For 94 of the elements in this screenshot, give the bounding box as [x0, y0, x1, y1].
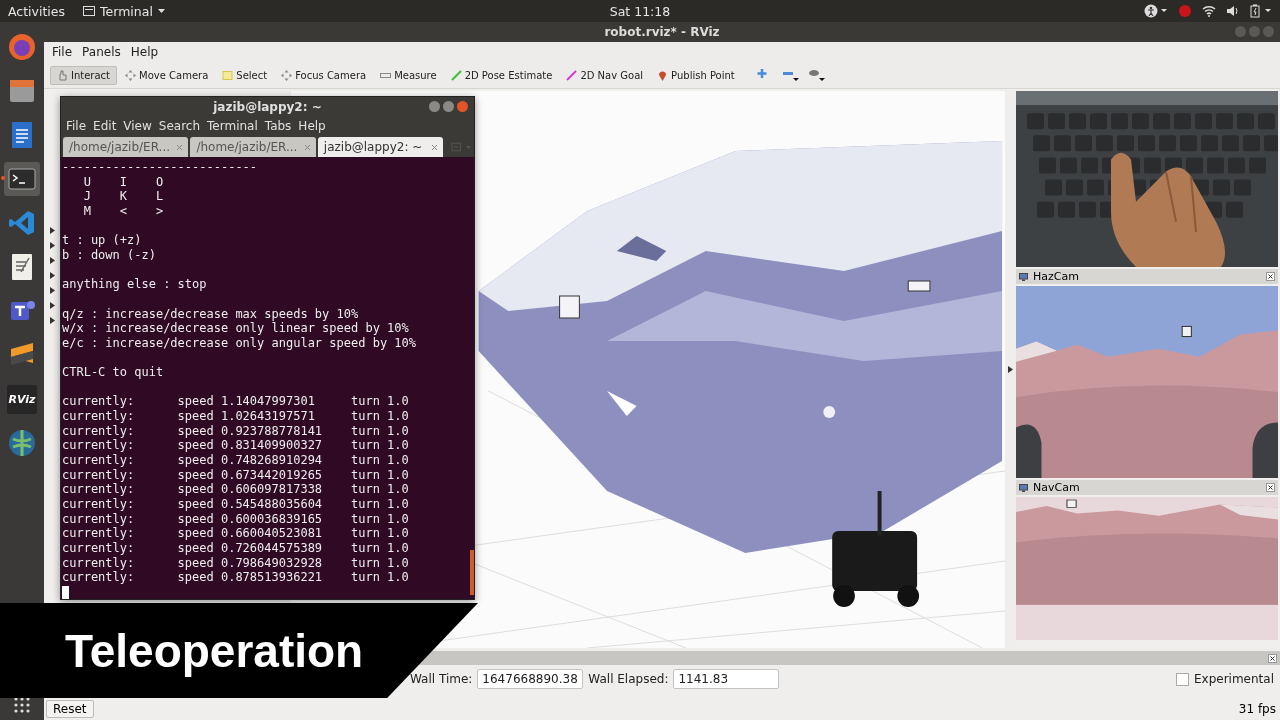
terminal-line: currently: speed 1.02643197571 turn 1.0: [62, 409, 409, 424]
eye-icon[interactable]: [808, 68, 825, 82]
menu-item[interactable]: Help: [130, 45, 159, 59]
close-icon[interactable]: [1268, 653, 1277, 663]
terminal-line: currently: speed 0.673442019265 turn 1.0: [62, 467, 409, 483]
wall-elapsed-field[interactable]: 1141.83: [673, 669, 780, 689]
wall-time-field[interactable]: 1647668890.38: [477, 669, 584, 689]
menu-item[interactable]: Terminal: [207, 119, 258, 133]
expand-arrow-icon[interactable]: [50, 317, 56, 324]
terminal-line: CTRL-C to quit: [62, 365, 164, 380]
minimize-button[interactable]: [429, 101, 440, 112]
terminal-line: b : down (-z): [62, 247, 156, 263]
battery-icon[interactable]: [1250, 4, 1272, 18]
close-icon[interactable]: [1266, 272, 1275, 281]
dock-app-icon[interactable]: RViz: [4, 382, 40, 416]
map-pin-icon: [657, 69, 669, 81]
close-icon[interactable]: [1266, 483, 1275, 492]
terminal-line: currently: speed 0.798649032928 turn 1.0: [62, 555, 409, 571]
terminal-line: q/z : increase/decrease max speeds by 10%: [62, 306, 359, 322]
menu-item[interactable]: View: [123, 119, 152, 133]
terminal-line: w/x : increase/decrease only linear speed by 10%: [62, 321, 409, 336]
terminal-line: ---------------------------: [62, 160, 258, 175]
field-label: Wall Elapsed:: [588, 672, 669, 686]
terminal-line: currently: speed 0.748268910294 turn 1.0: [62, 453, 409, 468]
expand-arrow-icon[interactable]: [50, 287, 56, 294]
terminal-line: currently: speed 0.878513936221 turn 1.0: [62, 570, 409, 585]
tool-button[interactable]: Move Camera: [119, 66, 215, 84]
terminal-line: M < >: [82, 203, 164, 219]
collapse-arrow-icon[interactable]: [1008, 366, 1013, 373]
menu-item[interactable]: Search: [158, 119, 201, 133]
menu-item[interactable]: File: [52, 45, 73, 59]
expand-arrow-icon[interactable]: [50, 272, 56, 279]
terminal-line: U I O: [82, 174, 164, 190]
app-menu[interactable]: Terminal: [83, 3, 165, 19]
terminal-tab[interactable]: /home/jazib/ER...: [190, 137, 316, 157]
activities-button[interactable]: Activities: [8, 3, 66, 19]
move-arrows-icon: [125, 69, 137, 81]
text-cursor: [62, 585, 69, 599]
terminal-line: currently: speed 0.545488035604 turn 1.0: [62, 497, 409, 512]
tool-button[interactable]: Publish Point: [651, 66, 741, 84]
monitor-icon: [1019, 483, 1028, 492]
tool-button[interactable]: Measure: [374, 66, 443, 84]
wifi-icon[interactable]: [1202, 5, 1216, 17]
terminal-line: currently: speed 1.14047997301 turn 1.0: [62, 394, 409, 410]
terminal-line: currently: speed 0.660040523081 turn 1.0: [62, 526, 409, 541]
expand-arrow-icon[interactable]: [50, 257, 56, 264]
record-icon[interactable]: [1178, 4, 1192, 18]
dock-app-icon[interactable]: [4, 162, 40, 196]
terminal-line: e/c : increase/decrease only angular speed by 10%: [62, 335, 416, 351]
terminal-line: currently: speed 0.831409900327 turn 1.0: [62, 438, 409, 454]
menu-item[interactable]: Help: [298, 119, 326, 133]
terminal-line: currently: speed 0.600036839165 turn 1.0: [62, 511, 409, 527]
window-title: robot.rviz* - RViz: [604, 25, 720, 39]
expand-arrow-icon[interactable]: [50, 227, 56, 234]
accessibility-icon[interactable]: [1144, 4, 1168, 18]
scrollbar[interactable]: [470, 550, 474, 595]
field-label: Wall Time:: [410, 672, 473, 686]
tool-button[interactable]: Select: [216, 66, 274, 84]
menu-item[interactable]: Tabs: [264, 119, 292, 133]
panel-title: NavCam: [1033, 481, 1081, 494]
terminal-line: anything else : stop: [62, 277, 207, 292]
expand-arrow-icon[interactable]: [50, 242, 56, 249]
monitor-icon: [1019, 272, 1028, 281]
tool-button[interactable]: Focus Camera: [275, 66, 373, 84]
terminal-line: currently: speed 0.726044575389 turn 1.0: [62, 541, 409, 556]
caret-icon: [157, 8, 165, 14]
move-arrows-icon: [281, 69, 293, 81]
tool-button[interactable]: 2D Nav Goal: [560, 66, 650, 84]
checkbox-label: Experimental: [1193, 672, 1274, 686]
terminal-tab[interactable]: jazib@lappy2: ~: [317, 137, 444, 157]
close-button[interactable]: [457, 101, 468, 112]
terminal-tab[interactable]: /home/jazib/ER...: [63, 137, 189, 157]
caption-text: Teleoperation: [65, 623, 364, 678]
menu-item[interactable]: Panels: [82, 45, 121, 59]
selection-rectangle-icon: [222, 69, 234, 81]
panel-title: HazCam: [1033, 270, 1080, 283]
menu-item[interactable]: File: [66, 119, 87, 133]
terminal-line: t : up (+z): [62, 233, 142, 248]
tool-button[interactable]: 2D Pose Estimate: [444, 66, 559, 84]
clock[interactable]: Sat 11:18: [609, 3, 671, 19]
expand-arrow-icon[interactable]: [50, 302, 56, 309]
fps-counter: 31 fps: [1238, 702, 1276, 716]
reset-button[interactable]: Reset: [46, 700, 94, 718]
terminal-line: currently: speed 0.923788778141 turn 1.0: [62, 423, 409, 439]
hand-icon: [57, 69, 68, 81]
window-title: jazib@lappy2: ~: [213, 100, 322, 114]
checkbox[interactable]: [1175, 672, 1189, 686]
tool-button[interactable]: Interact: [50, 65, 118, 85]
maximize-button[interactable]: [443, 101, 454, 112]
terminal-line: currently: speed 0.606097817338 turn 1.0: [62, 482, 409, 497]
terminal-icon: [83, 6, 96, 16]
menu-item[interactable]: Edit: [93, 119, 117, 133]
volume-icon[interactable]: [1226, 5, 1240, 17]
terminal-line: J K L: [82, 189, 164, 204]
